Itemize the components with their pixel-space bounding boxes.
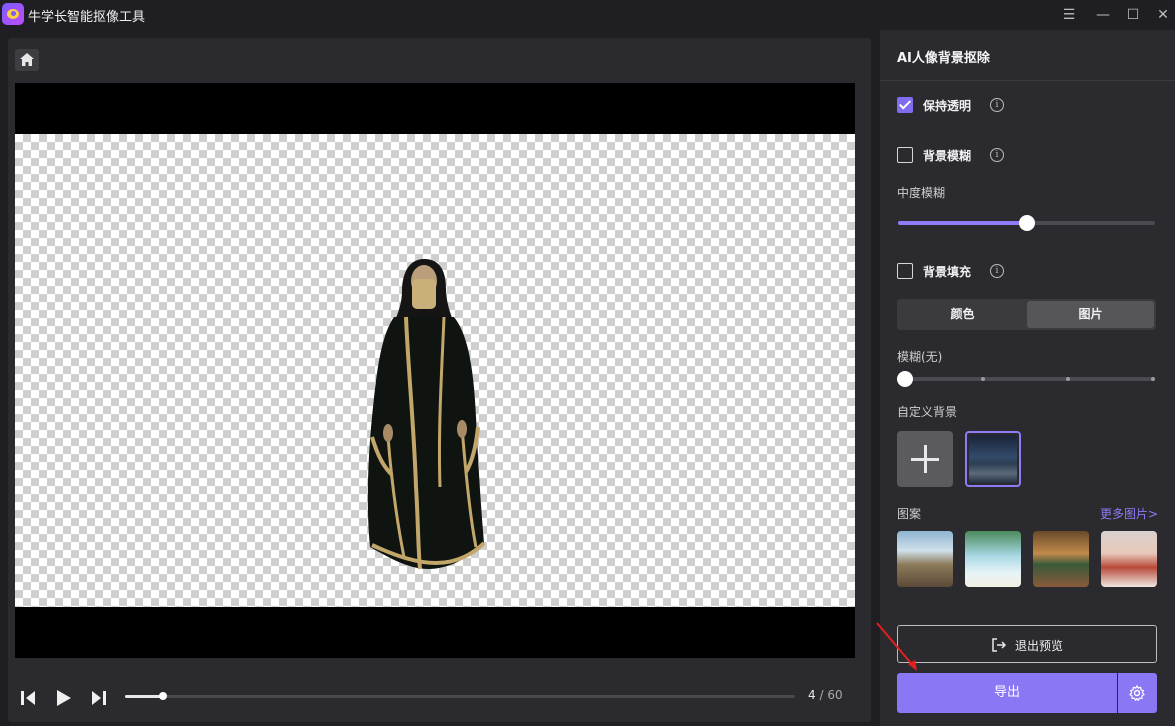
maximize-button[interactable]: ☐ <box>1122 4 1144 26</box>
preview-panel: 4 / 60 <box>8 38 871 722</box>
blur-level-handle[interactable] <box>1018 215 1035 231</box>
blur-level-fill <box>898 221 1027 225</box>
pattern-thumbnail[interactable] <box>1033 531 1089 587</box>
bg-blur-checkbox[interactable] <box>897 147 913 163</box>
info-icon[interactable]: i <box>990 148 1004 162</box>
fill-blur-label: 模糊(无) <box>897 350 943 364</box>
app-title: 牛学长智能抠像工具 <box>28 10 146 25</box>
more-pictures-link[interactable]: 更多图片> <box>1100 505 1158 522</box>
keep-transparent-checkbox[interactable] <box>897 97 913 113</box>
progress-track[interactable] <box>125 692 795 700</box>
pattern-thumbnail[interactable] <box>965 531 1021 587</box>
previous-frame-icon[interactable] <box>18 688 40 708</box>
bg-fill-label: 背景填充 <box>923 265 972 279</box>
fill-blur-handle[interactable] <box>897 371 913 387</box>
close-button[interactable]: ✕ <box>1152 4 1174 26</box>
video-preview <box>15 83 855 658</box>
blur-level-label: 中度模糊 <box>897 186 946 200</box>
tab-color[interactable]: 颜色 <box>899 301 1026 328</box>
annotation-arrow <box>876 622 917 671</box>
divider <box>880 80 1175 81</box>
custom-background-thumbnail[interactable] <box>965 431 1021 487</box>
pattern-thumbnail[interactable] <box>1101 531 1157 587</box>
next-frame-icon[interactable] <box>88 688 110 708</box>
minimize-button[interactable]: — <box>1092 4 1114 26</box>
total-frames: 60 <box>827 688 843 702</box>
tab-image[interactable]: 图片 <box>1027 301 1154 328</box>
custom-background-image <box>969 435 1017 483</box>
gear-icon <box>1129 685 1145 701</box>
home-button[interactable] <box>15 49 39 71</box>
slider-step <box>981 377 985 381</box>
slider-step <box>1151 377 1155 381</box>
progress-handle[interactable] <box>158 692 167 700</box>
patterns-label: 图案 <box>897 507 922 521</box>
frame-counter: 4 / 60 <box>808 688 843 702</box>
menu-icon[interactable]: ☰ <box>1058 4 1080 26</box>
bg-fill-checkbox[interactable] <box>897 263 913 279</box>
bg-blur-label: 背景模糊 <box>923 149 972 163</box>
playback-bar: 4 / 60 <box>8 674 871 722</box>
exit-preview-label: 退出预览 <box>1015 639 1064 653</box>
exit-preview-button[interactable]: 退出预览 <box>897 625 1157 663</box>
exit-icon <box>992 638 1007 652</box>
slider-step <box>1066 377 1070 381</box>
cutout-person <box>367 259 486 570</box>
custom-bg-label: 自定义背景 <box>897 405 958 419</box>
export-button[interactable]: 导出 <box>897 673 1117 713</box>
frame-separator: / <box>815 688 828 702</box>
panel-title: AI人像背景抠除 <box>897 51 990 66</box>
add-background-button[interactable] <box>897 431 953 487</box>
app-logo-icon <box>2 3 24 25</box>
fill-type-toggle: 颜色 图片 <box>897 299 1156 330</box>
info-icon[interactable]: i <box>990 264 1004 278</box>
keep-transparent-label: 保持透明 <box>923 99 972 113</box>
current-frame: 4 <box>808 688 816 702</box>
home-icon <box>20 53 34 66</box>
pattern-thumbnail[interactable] <box>897 531 953 587</box>
info-icon[interactable]: i <box>990 98 1004 112</box>
blur-level-slider[interactable] <box>898 215 1155 231</box>
fill-blur-slider[interactable] <box>897 371 1155 387</box>
progress-fill <box>125 695 163 698</box>
play-icon[interactable] <box>53 688 75 708</box>
export-settings-button[interactable] <box>1118 673 1157 713</box>
transparent-background <box>15 134 855 607</box>
title-bar: 牛学长智能抠像工具 ☰ — ☐ ✕ <box>0 0 1175 30</box>
